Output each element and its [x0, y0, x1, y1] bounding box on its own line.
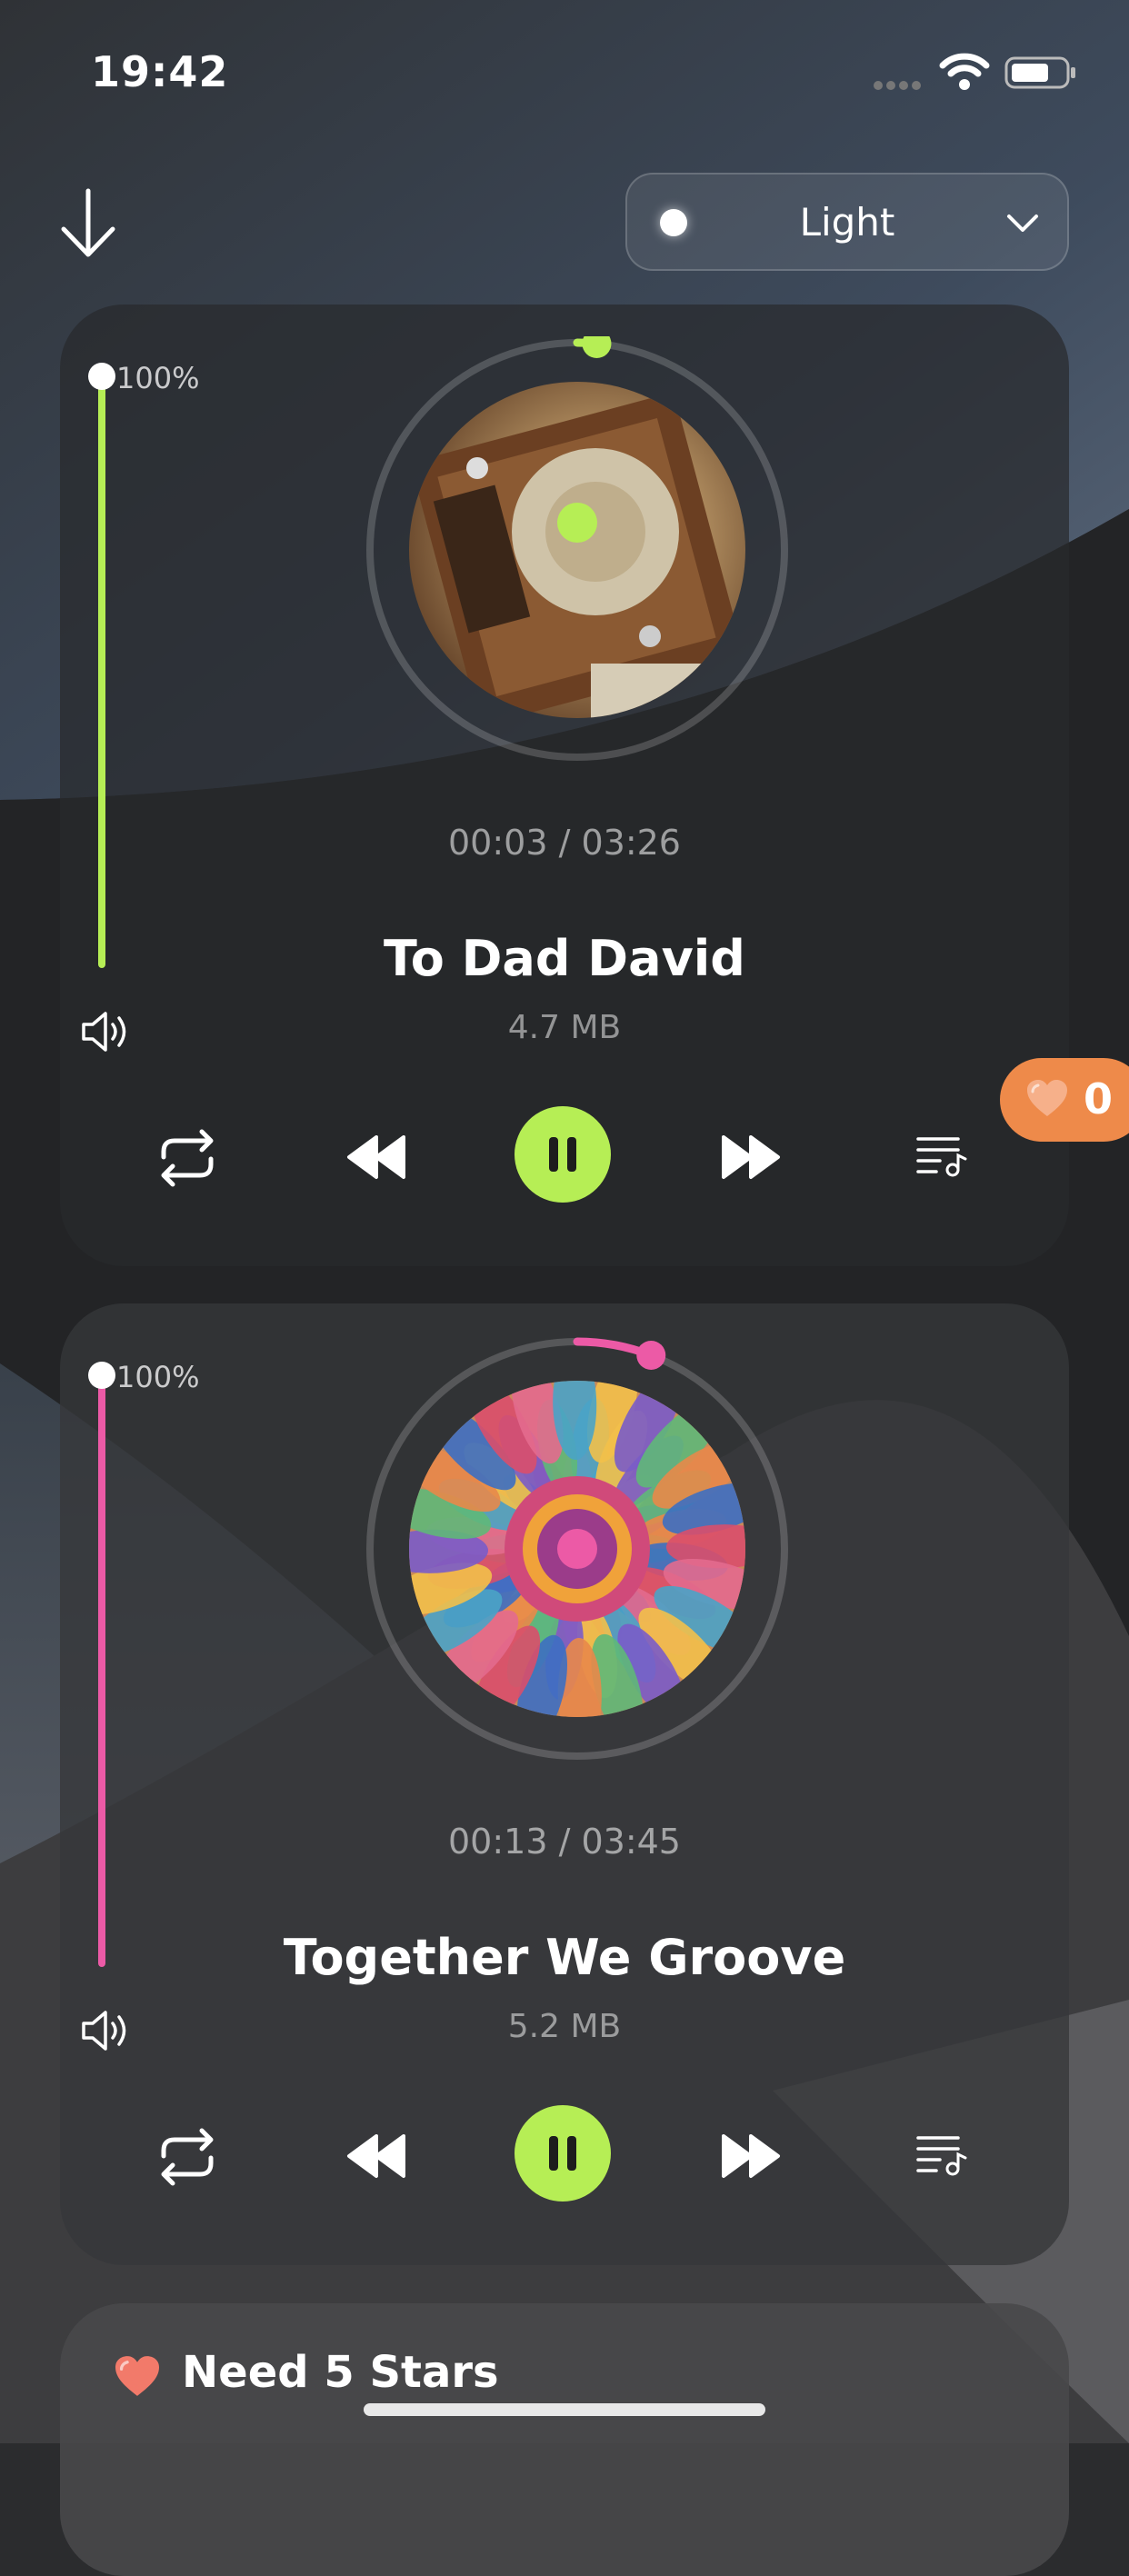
status-time: 19:42 [91, 47, 229, 96]
album-art-image [409, 382, 745, 718]
album-art-disc[interactable] [364, 1335, 791, 1762]
battery-icon [1004, 56, 1075, 89]
pause-button[interactable] [515, 1106, 611, 1203]
disc-center-dot [557, 1529, 597, 1569]
playlist-icon[interactable] [914, 1133, 969, 1179]
disc-center-dot [557, 503, 597, 543]
pause-icon [549, 2136, 576, 2171]
playlist-icon[interactable] [914, 2132, 969, 2178]
volume-slider-track[interactable] [98, 1376, 105, 1967]
time-label: 00:13 / 03:45 [448, 1822, 681, 1862]
file-size: 4.7 MB [507, 1009, 622, 1046]
volume-percent: 100% [116, 1360, 200, 1394]
likes-badge[interactable]: 0 [1000, 1058, 1129, 1142]
player-card: 100% 00:13 / 03:45 Together We Groove 5.… [60, 1303, 1069, 2265]
heart-icon [115, 2356, 159, 2396]
album-art-disc[interactable] [364, 336, 791, 764]
rewind-icon[interactable] [345, 2132, 409, 2180]
repeat-icon[interactable] [151, 1126, 224, 1190]
progress-arc [573, 336, 612, 359]
progress-arc-handle[interactable] [636, 1340, 666, 1370]
file-size: 5.2 MB [507, 2008, 622, 2045]
rewind-icon[interactable] [345, 1133, 409, 1181]
home-indicator[interactable] [364, 2403, 765, 2416]
time-label: 00:03 / 03:26 [448, 823, 681, 863]
download-arrow-icon[interactable] [56, 187, 120, 260]
fast-forward-icon[interactable] [718, 2132, 782, 2180]
volume-percent: 100% [116, 361, 200, 395]
track-title: To Dad David [384, 930, 745, 987]
track-title: Together We Groove [283, 1929, 846, 1986]
pause-button[interactable] [515, 2105, 611, 2202]
volume-slider-handle[interactable] [88, 363, 115, 390]
status-bar: 19:42 [0, 0, 1129, 136]
chevron-down-icon [1007, 215, 1038, 232]
theme-select-value: Light [799, 200, 895, 245]
likes-count: 0 [1084, 1074, 1114, 1123]
cellular-signal-icon [874, 81, 921, 90]
pause-icon [549, 1137, 576, 1172]
volume-slider-track[interactable] [98, 377, 105, 968]
promo-text: Need 5 Stars [182, 2347, 499, 2398]
progress-arc-handle[interactable] [582, 336, 612, 359]
promo-card[interactable]: Need 5 Stars [60, 2303, 1069, 2576]
fast-forward-icon[interactable] [718, 1133, 782, 1181]
player-card: 100% 00:03 / 03:26 To Dad David 4.7 MB [60, 305, 1069, 1266]
volume-slider-handle[interactable] [88, 1362, 115, 1389]
repeat-icon[interactable] [151, 2125, 224, 2189]
heart-icon [1027, 1080, 1067, 1116]
wifi-icon [939, 53, 990, 90]
progress-arc [573, 1337, 666, 1370]
theme-select[interactable]: Light [625, 173, 1069, 271]
